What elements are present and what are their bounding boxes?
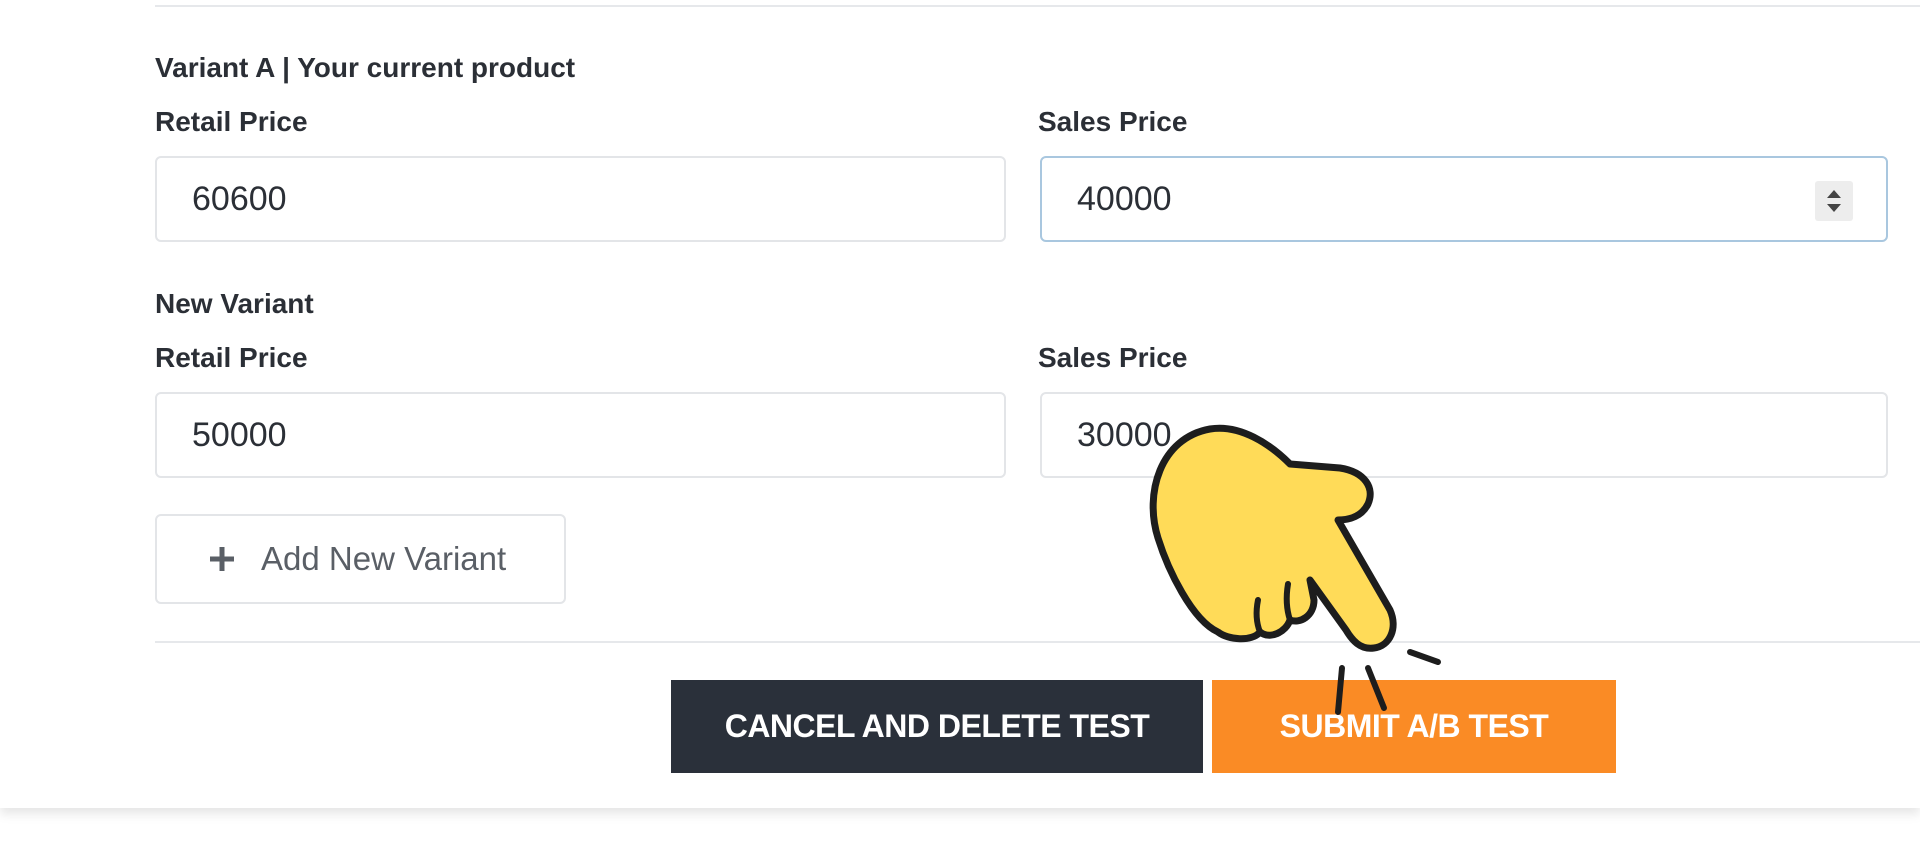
variant-a-retail-label: Retail Price	[155, 106, 308, 137]
variant-a-retail-input[interactable]	[155, 156, 1006, 242]
new-variant-sales-label: Sales Price	[1038, 342, 1188, 373]
variant-a-sales-input[interactable]	[1040, 156, 1888, 242]
add-new-variant-label: Add New Variant	[261, 540, 507, 577]
number-spinner[interactable]	[1815, 181, 1853, 221]
divider	[155, 5, 1920, 7]
plus-icon	[210, 547, 234, 571]
new-variant-retail-input[interactable]	[155, 392, 1006, 478]
new-variant-retail-label: Retail Price	[155, 342, 308, 373]
variant-a-sales-label: Sales Price	[1038, 106, 1188, 137]
variant-a-heading: Variant A | Your current product	[155, 52, 576, 83]
spinner-arrows-icon	[1827, 190, 1841, 212]
divider	[155, 641, 1920, 643]
add-new-variant-button[interactable]: Add New Variant	[155, 514, 566, 604]
pointing-hand-icon	[1149, 424, 1441, 715]
ab-test-form: Variant A | Your current product Retail …	[0, 0, 1920, 808]
new-variant-heading: New Variant	[155, 288, 314, 319]
